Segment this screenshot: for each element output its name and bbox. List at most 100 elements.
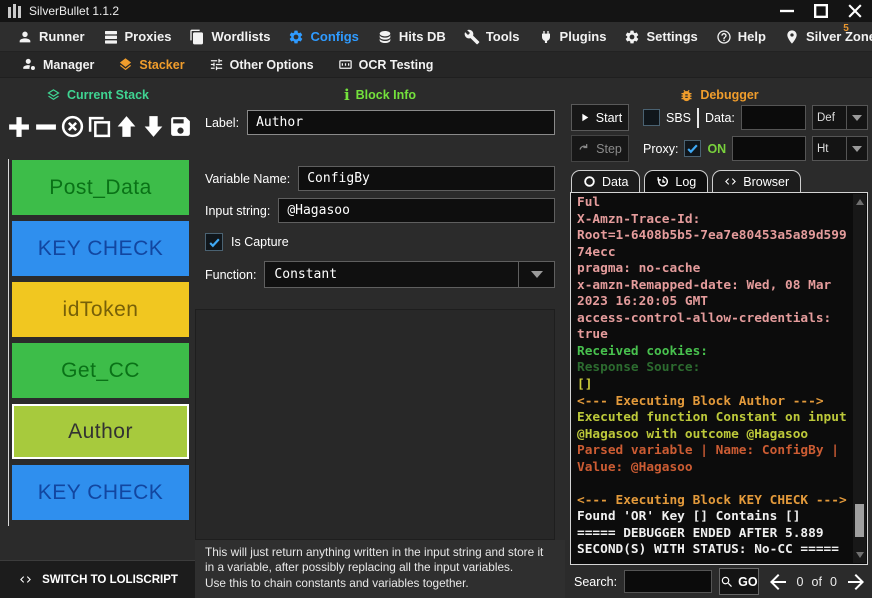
- menu-settings[interactable]: Settings: [615, 29, 706, 45]
- magnifier-icon: [720, 575, 734, 589]
- stack-block-label: Post_Data: [49, 176, 152, 200]
- scrollbar-thumb[interactable]: [855, 504, 864, 537]
- log-line: x-amzn-Remapped-date: Wed, 08 Mar: [577, 278, 849, 295]
- search-input[interactable]: [624, 570, 712, 593]
- log-scrollbar[interactable]: [853, 194, 866, 563]
- submenu-other-options[interactable]: Other Options: [197, 57, 326, 72]
- scroll-down-icon[interactable]: [853, 549, 866, 561]
- stack-block[interactable]: KEY CHECK: [12, 465, 189, 520]
- titlebar: SilverBullet 1.1.2: [0, 0, 872, 22]
- log-line: <--- Executing Block KEY CHECK --->: [577, 493, 849, 510]
- log-line: Root=1-6408b5b5-7ea7e80453a5a89d599: [577, 228, 849, 245]
- menu-silver-zone[interactable]: Silver Zone 5: [775, 29, 872, 45]
- proxy-checkbox[interactable]: [684, 140, 701, 157]
- clone-icon[interactable]: [87, 111, 113, 141]
- stack-block-label: idToken: [63, 298, 139, 322]
- is-capture-checkbox[interactable]: [205, 233, 223, 251]
- function-caption: Function:: [205, 268, 256, 282]
- variable-name-caption: Variable Name:: [205, 172, 290, 186]
- input-string-input[interactable]: [278, 198, 555, 223]
- menu-proxies[interactable]: Proxies: [94, 29, 181, 45]
- menu-configs[interactable]: Configs: [279, 29, 367, 45]
- silver-zone-badge: 5: [843, 23, 849, 34]
- settings-gear-icon: [624, 29, 640, 45]
- stacker-layers-icon: [118, 57, 133, 72]
- delete-icon[interactable]: [60, 111, 86, 141]
- wordlist-type-dropdown[interactable]: Def: [812, 105, 868, 130]
- next-match-icon[interactable]: [844, 569, 868, 595]
- submenu-manager[interactable]: Manager: [10, 57, 106, 72]
- previous-match-icon[interactable]: [766, 569, 790, 595]
- submenu-stacker[interactable]: Stacker: [106, 57, 196, 72]
- proxy-type-arrow[interactable]: [846, 137, 867, 160]
- tab-data[interactable]: Data: [571, 170, 640, 192]
- menu-tools[interactable]: Tools: [455, 29, 529, 45]
- menu-hits-db[interactable]: Hits DB: [368, 29, 455, 45]
- switch-to-loliscript-button[interactable]: SWITCH TO LOLISCRIPT: [0, 560, 195, 598]
- proxy-input[interactable]: [732, 136, 806, 161]
- submenu-ocr-testing[interactable]: OCR Testing: [326, 57, 446, 72]
- stack-block[interactable]: Post_Data: [12, 160, 189, 215]
- proxy-type-dropdown[interactable]: Ht: [812, 136, 868, 161]
- silverbullet-window: SilverBullet 1.1.2 Runner Proxies Wordli…: [0, 0, 872, 598]
- runner-icon: [17, 29, 33, 45]
- stack-panel: Current Stack Post_Data KEY: [0, 78, 195, 598]
- app-icon: [8, 4, 21, 18]
- tab-browser[interactable]: Browser: [712, 170, 801, 192]
- stack-block[interactable]: Author: [12, 404, 189, 459]
- log-line: Found 'OR' Key [] Contains []: [577, 509, 849, 526]
- check-icon: [208, 236, 221, 249]
- ocr-icon: [338, 57, 353, 72]
- move-down-icon[interactable]: [140, 111, 166, 141]
- debugger-header: Debugger: [570, 78, 868, 102]
- menu-wordlists[interactable]: Wordlists: [180, 29, 279, 45]
- tab-log[interactable]: Log: [644, 170, 708, 192]
- function-dropdown[interactable]: Constant: [264, 261, 555, 288]
- start-button[interactable]: Start: [571, 104, 629, 131]
- sbs-label: SBS: [666, 111, 691, 125]
- function-value: Constant: [265, 262, 518, 287]
- log-line: <--- Executing Block Author --->: [577, 394, 849, 411]
- input-string-caption: Input string:: [205, 204, 270, 218]
- maximize-button[interactable]: [814, 4, 828, 18]
- search-go-button[interactable]: GO: [719, 568, 758, 595]
- step-button[interactable]: Step: [571, 135, 629, 162]
- block-info-header: Block Info: [195, 78, 565, 102]
- configs-submenu: Manager Stacker Other Options OCR Testin…: [0, 52, 872, 78]
- block-label-input[interactable]: [247, 110, 555, 135]
- log-line: Received cookies:: [577, 344, 849, 361]
- play-icon: [578, 111, 591, 124]
- scroll-up-icon[interactable]: [853, 196, 866, 208]
- wordlist-type-arrow[interactable]: [846, 106, 867, 129]
- close-button[interactable]: [848, 4, 862, 18]
- variable-name-input[interactable]: [298, 166, 555, 191]
- stack-block[interactable]: idToken: [12, 282, 189, 337]
- remove-icon[interactable]: [33, 111, 59, 141]
- data-input[interactable]: [741, 105, 806, 130]
- log-line: [577, 476, 849, 493]
- database-icon: [377, 29, 393, 45]
- stack-block-label: Get_CC: [61, 359, 140, 383]
- stack-diamond-icon: [46, 88, 61, 103]
- add-icon[interactable]: [6, 111, 32, 141]
- proxies-icon: [103, 29, 119, 45]
- log-line: pragma: no-cache: [577, 261, 849, 278]
- save-icon[interactable]: [167, 111, 193, 141]
- log-line: Response Source:: [577, 360, 849, 377]
- log-line: @Hagasoo with outcome @Hagasoo: [577, 427, 849, 444]
- menu-runner[interactable]: Runner: [8, 29, 94, 45]
- stack-block[interactable]: KEY CHECK: [12, 221, 189, 276]
- wordlists-icon: [189, 29, 205, 45]
- debugger-log[interactable]: Ful X-Amzn-Trace-Id: Root=1-6408b5b5-7ea…: [570, 192, 868, 565]
- match-counter: 0 of 0: [797, 575, 837, 589]
- minimize-button[interactable]: [780, 4, 794, 18]
- stack-block[interactable]: Get_CC: [12, 343, 189, 398]
- menu-help[interactable]: Help: [707, 29, 775, 45]
- move-up-icon[interactable]: [113, 111, 139, 141]
- menu-plugins[interactable]: Plugins: [529, 29, 616, 45]
- code-icon: [724, 175, 737, 188]
- sbs-checkbox[interactable]: [643, 109, 660, 126]
- stack-list[interactable]: Post_Data KEY CHECK idToken Get_CC: [8, 159, 191, 526]
- function-dropdown-arrow[interactable]: [518, 262, 554, 287]
- log-line: true: [577, 327, 849, 344]
